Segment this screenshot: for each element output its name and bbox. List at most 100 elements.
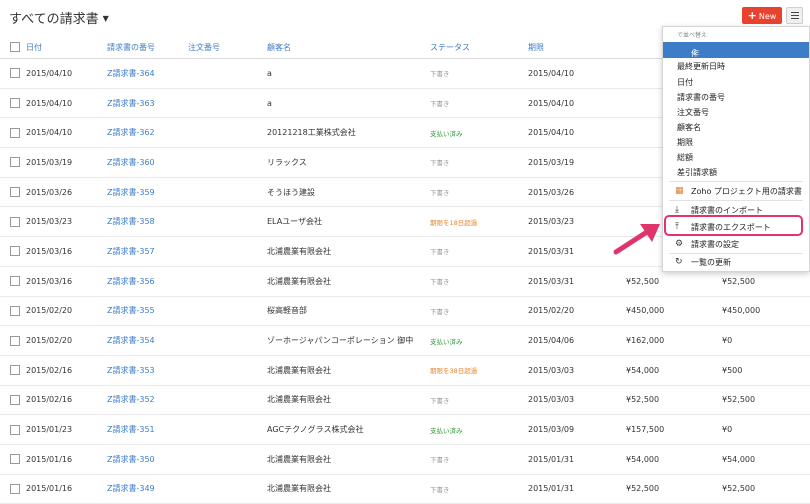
- invoice-number-link[interactable]: Z請求書-360: [107, 147, 188, 178]
- cell-order-number: [188, 474, 267, 504]
- invoice-number-link[interactable]: Z請求書-356: [107, 266, 188, 297]
- sort-option[interactable]: 期限: [677, 137, 693, 148]
- table-row[interactable]: 2015/01/16 Z請求書-350 北浦農業有限会社 下書き 2015/01/31 ¥…: [0, 444, 810, 475]
- column-status[interactable]: ステータス: [430, 36, 528, 59]
- column-date[interactable]: 日付: [26, 36, 107, 59]
- menu-action-projects[interactable]: Zoho プロジェクト用の請求書: [691, 186, 802, 197]
- cell-order-number: [188, 147, 267, 178]
- row-checkbox[interactable]: [10, 424, 20, 435]
- sort-option[interactable]: 顧客名: [677, 122, 701, 133]
- new-invoice-button[interactable]: + New: [742, 7, 782, 24]
- cell-customer: 北浦農業有限会社: [267, 385, 430, 416]
- cell-date: 2015/01/23: [26, 414, 107, 445]
- menu-action-refresh[interactable]: 一覧の更新: [691, 257, 731, 268]
- column-order-number[interactable]: 注文番号: [188, 36, 267, 59]
- cell-order-number: [188, 355, 267, 386]
- status-badge: 下書き: [430, 159, 450, 168]
- invoice-number-link[interactable]: Z請求書-354: [107, 325, 188, 356]
- invoice-number-link[interactable]: Z請求書-364: [107, 58, 188, 89]
- cell-customer: 桜高軽音部: [267, 296, 430, 327]
- status-badge: 期限を38日超過: [430, 367, 478, 376]
- sort-option[interactable]: 請求書の番号: [677, 92, 725, 103]
- invoice-number-link[interactable]: Z請求書-349: [107, 474, 188, 504]
- import-icon: ⤓: [675, 205, 679, 215]
- cell-date: 2015/03/19: [26, 147, 107, 178]
- cell-date: 2015/01/16: [26, 444, 107, 475]
- cell-total: ¥54,000: [626, 355, 722, 386]
- cell-date: 2015/03/23: [26, 206, 107, 238]
- menu-divider: [669, 253, 803, 254]
- cell-order-number: [188, 444, 267, 475]
- invoice-number-link[interactable]: Z請求書-359: [107, 177, 188, 208]
- cell-order-number: [188, 325, 267, 356]
- row-checkbox[interactable]: [10, 157, 20, 168]
- cell-total: ¥54,000: [626, 444, 722, 475]
- row-checkbox[interactable]: [10, 246, 20, 257]
- more-menu-button[interactable]: [786, 7, 803, 24]
- row-checkbox[interactable]: [10, 394, 20, 405]
- table-row[interactable]: 2015/02/20 Z請求書-354 ゾーホージャパンコーポレーション 御中 支払い…: [0, 325, 810, 356]
- sort-option-selected[interactable]: 作成日時 ⇣: [663, 42, 809, 91]
- sort-option[interactable]: 注文番号: [677, 107, 709, 118]
- status-badge: 支払い済み: [430, 426, 463, 435]
- invoice-number-link[interactable]: Z請求書-362: [107, 117, 188, 149]
- row-checkbox[interactable]: [10, 216, 20, 227]
- sort-option[interactable]: 総額: [677, 152, 693, 163]
- table-row[interactable]: 2015/01/23 Z請求書-351 AGCテクノグラス株式会社 支払い済み 2015…: [0, 414, 810, 445]
- column-invoice-number[interactable]: 請求書の番号: [107, 36, 188, 59]
- cell-date: 2015/04/10: [26, 117, 107, 149]
- row-checkbox[interactable]: [10, 276, 20, 287]
- column-customer[interactable]: 顧客名: [267, 36, 430, 59]
- row-checkbox[interactable]: [10, 68, 20, 79]
- sort-option[interactable]: 最終更新日時: [677, 61, 725, 72]
- invoice-number-link[interactable]: Z請求書-355: [107, 296, 188, 327]
- invoice-number-link[interactable]: Z請求書-353: [107, 355, 188, 386]
- status-badge: 下書き: [430, 307, 450, 316]
- column-due-date[interactable]: 期限: [528, 36, 626, 59]
- row-checkbox[interactable]: [10, 305, 20, 316]
- status-badge: 下書き: [430, 396, 450, 405]
- cell-customer: 北浦農業有限会社: [267, 266, 430, 297]
- row-checkbox[interactable]: [10, 335, 20, 346]
- cell-order-number: [188, 177, 267, 208]
- status-badge: 下書き: [430, 70, 450, 79]
- status-badge: 下書き: [430, 248, 450, 257]
- row-checkbox[interactable]: [10, 454, 20, 465]
- row-checkbox[interactable]: [10, 127, 20, 138]
- plus-icon: +: [747, 9, 757, 22]
- table-row[interactable]: 2015/01/16 Z請求書-349 北浦農業有限会社 下書き 2015/01/31 ¥…: [0, 474, 810, 504]
- new-button-label: New: [758, 12, 777, 21]
- invoice-number-link[interactable]: Z請求書-352: [107, 385, 188, 416]
- table-row[interactable]: 2015/02/16 Z請求書-352 北浦農業有限会社 下書き 2015/03/03 ¥…: [0, 385, 810, 416]
- table-row[interactable]: 2015/02/16 Z請求書-353 北浦農業有限会社 期限を38日超過 2015/0…: [0, 355, 810, 386]
- status-badge: 下書き: [430, 100, 450, 109]
- cell-order-number: [188, 58, 267, 89]
- row-checkbox[interactable]: [10, 483, 20, 494]
- cell-balance: ¥52,500: [722, 385, 810, 416]
- cell-due-date: 2015/03/19: [528, 147, 626, 178]
- invoice-number-link[interactable]: Z請求書-358: [107, 206, 188, 238]
- cell-total: ¥157,500: [626, 414, 722, 445]
- invoice-number-link[interactable]: Z請求書-350: [107, 444, 188, 475]
- cell-date: 2015/03/16: [26, 266, 107, 297]
- invoice-number-link[interactable]: Z請求書-351: [107, 414, 188, 445]
- select-all-checkbox[interactable]: [10, 42, 20, 52]
- cell-balance: ¥52,500: [722, 474, 810, 504]
- cell-total: ¥52,500: [626, 385, 722, 416]
- sort-option[interactable]: 日付: [677, 77, 693, 88]
- cell-balance: ¥54,000: [722, 444, 810, 475]
- invoice-number-link[interactable]: Z請求書-363: [107, 88, 188, 119]
- sort-menu-heading: で並べ替え: [677, 32, 708, 39]
- cell-customer: 20121218工業株式会社: [267, 117, 430, 149]
- sort-option[interactable]: 差引請求額: [677, 167, 717, 178]
- row-checkbox[interactable]: [10, 365, 20, 376]
- view-selector[interactable]: すべての請求書 ▼: [9, 8, 109, 27]
- table-row[interactable]: 2015/02/20 Z請求書-355 桜高軽音部 下書き 2015/02/20 ¥450…: [0, 296, 810, 327]
- menu-action-settings[interactable]: 請求書の設定: [691, 239, 739, 250]
- cell-total: ¥450,000: [626, 296, 722, 327]
- page-title: すべての請求書: [9, 12, 99, 27]
- row-checkbox[interactable]: [10, 187, 20, 198]
- row-checkbox[interactable]: [10, 98, 20, 109]
- cell-order-number: [188, 117, 267, 149]
- invoice-number-link[interactable]: Z請求書-357: [107, 236, 188, 267]
